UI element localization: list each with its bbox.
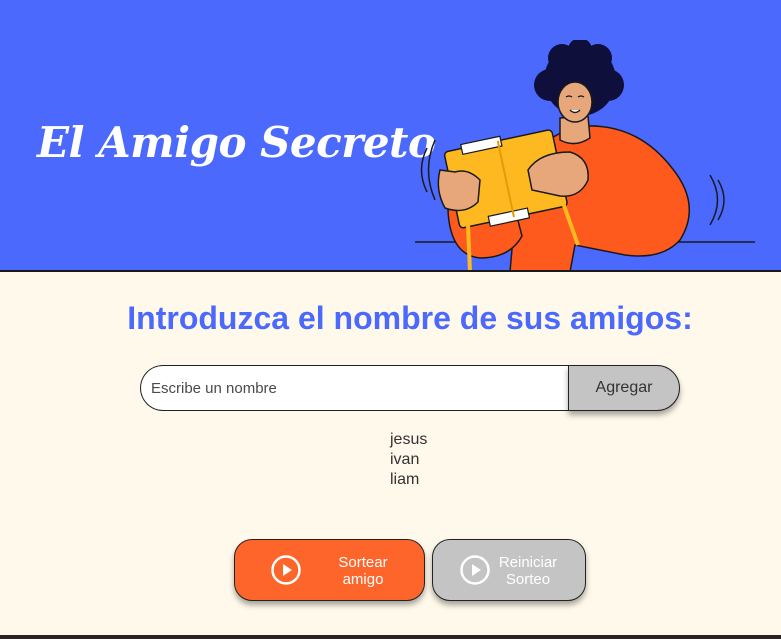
reset-draw-button[interactable]: Reiniciar Sorteo (432, 539, 586, 601)
add-button[interactable]: Agregar (568, 365, 680, 411)
page: El Amigo Secreto Introduzca el nombre de… (0, 0, 781, 639)
reset-label-line2: Sorteo (505, 571, 551, 588)
friends-list: jesus ivan liam (390, 430, 427, 490)
gift-box-person-illustration (415, 40, 755, 270)
add-friend-form: Agregar (140, 365, 680, 411)
list-item: jesus (390, 431, 428, 448)
section-title: Introduzca el nombre de sus amigos: (127, 300, 693, 336)
app-title: El Amigo Secreto (37, 118, 436, 167)
bottom-divider (0, 635, 781, 639)
play-circle-icon (460, 555, 490, 585)
draw-label-line2: amigo (342, 571, 384, 588)
play-circle-icon (271, 555, 301, 585)
reset-label-line1: Reiniciar (498, 554, 558, 571)
reset-button-label: Reiniciar Sorteo (497, 554, 559, 588)
draw-button-label: Sortear amigo (331, 554, 395, 588)
draw-label-line1: Sortear (338, 554, 388, 571)
friend-name-input[interactable] (140, 365, 570, 411)
draw-friend-button[interactable]: Sortear amigo (234, 539, 425, 601)
list-item: liam (390, 471, 420, 488)
header-banner: El Amigo Secreto (0, 0, 781, 272)
list-item: ivan (390, 451, 420, 468)
